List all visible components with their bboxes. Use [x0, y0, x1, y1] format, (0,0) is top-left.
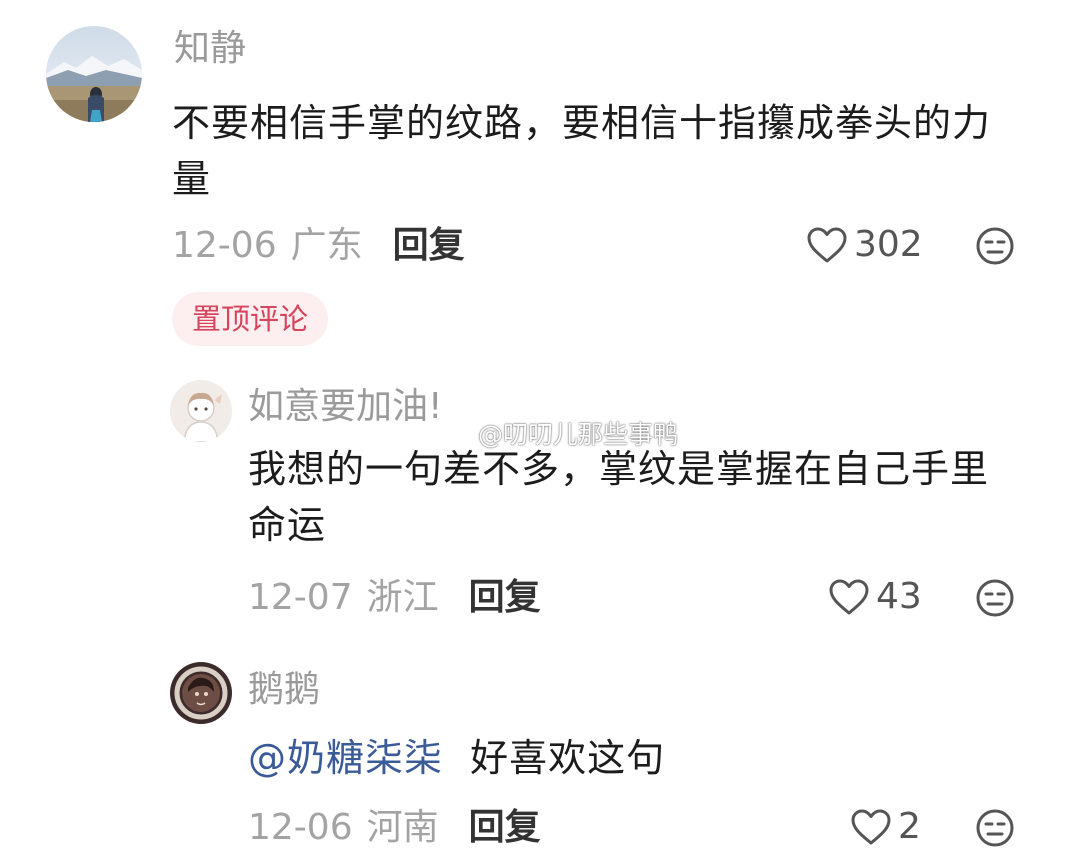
reply-button[interactable]: 回复 — [469, 580, 541, 616]
reply-button[interactable]: 回复 — [393, 228, 465, 264]
like-count: 302 — [854, 224, 923, 265]
mention-link[interactable]: @奶糖柒柒 — [248, 736, 443, 780]
comment-username[interactable]: 鹅鹅 — [248, 672, 320, 708]
like-count: 2 — [898, 806, 921, 847]
like-button[interactable]: 43 — [828, 578, 922, 616]
comment-text: 我想的一句差不多，掌纹是掌握在自己手里命运 — [248, 447, 990, 547]
avatar[interactable] — [170, 380, 232, 442]
avatar-image — [170, 380, 232, 442]
dislike-button[interactable] — [975, 578, 1015, 618]
like-count: 43 — [876, 576, 922, 617]
unamused-face-icon — [976, 227, 1014, 265]
comment-meta: 12-06 广东 回复 — [172, 228, 465, 264]
weibo-logo-icon — [441, 422, 473, 447]
comment-meta: 12-06 河南 回复 — [248, 810, 541, 846]
comment-region: 河南 — [366, 807, 439, 848]
watermark-text: @叨叨儿那些事鸭 — [478, 419, 679, 449]
heart-icon — [851, 809, 891, 845]
comment-text-body: 好喜欢这句 — [470, 736, 666, 780]
comment-date: 12-06 — [172, 225, 277, 266]
comment-username[interactable]: 知静 — [174, 31, 246, 67]
unamused-face-icon — [976, 809, 1014, 847]
comment-date: 12-07 — [248, 577, 353, 618]
like-button[interactable]: 2 — [850, 808, 921, 846]
heart-icon — [829, 579, 869, 615]
avatar-image — [170, 662, 232, 724]
unamused-face-icon — [976, 579, 1014, 617]
avatar[interactable] — [46, 26, 142, 122]
comment-date: 12-06 — [248, 807, 353, 848]
comment-text: @奶糖柒柒 好喜欢这句 — [248, 730, 1018, 786]
comment-text: 不要相信手掌的纹路，要相信十指攥成拳头的力量 — [172, 101, 992, 201]
avatar-image — [46, 26, 142, 122]
reply-button[interactable]: 回复 — [469, 810, 541, 846]
pinned-comment-badge: 置顶评论 — [172, 292, 328, 346]
comment-region: 广东 — [290, 225, 363, 266]
comment-region: 浙江 — [366, 577, 439, 618]
weibo-watermark: @叨叨儿那些事鸭 — [440, 420, 678, 448]
like-button[interactable]: 302 — [806, 226, 923, 264]
avatar[interactable] — [170, 662, 232, 724]
heart-icon — [807, 227, 847, 263]
dislike-button[interactable] — [975, 226, 1015, 266]
comment-meta: 12-07 浙江 回复 — [248, 580, 541, 616]
comment-username[interactable]: 如意要加油! — [248, 389, 442, 425]
dislike-button[interactable] — [975, 808, 1015, 848]
